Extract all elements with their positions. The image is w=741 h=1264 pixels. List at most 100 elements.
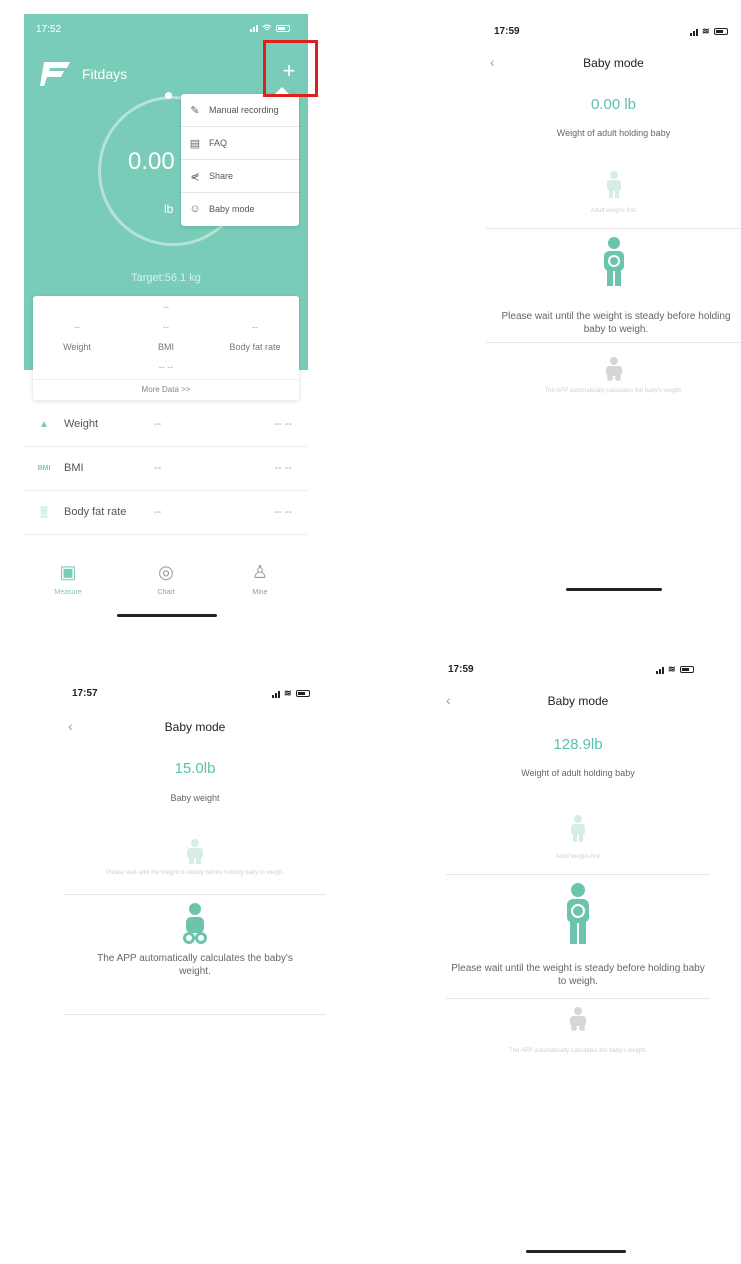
summary-card: -- -- Weight -- BMI -- Body fat rate -- … xyxy=(33,296,299,400)
ring-indicator xyxy=(165,92,172,99)
list-row-bmi[interactable]: BMI BMI -- -- -- xyxy=(24,446,308,491)
status-time: 17:52 xyxy=(36,24,62,35)
highlight-box xyxy=(263,40,318,97)
card-value: -- xyxy=(163,322,169,332)
step-hold-baby: Please wait until the weight is steady b… xyxy=(501,311,731,335)
menu-item-faq[interactable]: ▤ FAQ xyxy=(181,127,299,160)
step-app-calculates: The APP automatically calculates the bab… xyxy=(544,388,683,394)
status-time: 17:59 xyxy=(494,26,520,37)
battery-icon xyxy=(295,690,310,697)
home-indicator xyxy=(566,588,662,591)
status-time: 17:57 xyxy=(72,688,98,699)
list-row-body-fat[interactable]: ▒ Body fat rate -- -- -- xyxy=(24,490,308,535)
weight-value: 15.0lb xyxy=(174,760,216,777)
wifi-icon: ≋ xyxy=(284,688,292,698)
weight-unit: lb xyxy=(164,202,174,216)
page-title: Baby mode xyxy=(583,56,644,70)
scale-icon: ▣ xyxy=(59,562,77,582)
home-indicator xyxy=(117,614,217,617)
divider xyxy=(486,228,741,229)
wifi-icon: ≋ xyxy=(668,664,676,674)
battery-icon xyxy=(713,28,728,35)
battery-icon xyxy=(679,666,694,673)
baby-icon xyxy=(64,902,326,946)
divider xyxy=(64,1014,326,1015)
weight-scale-icon: ▲ xyxy=(39,418,49,430)
adult-holding-baby-icon xyxy=(64,838,326,864)
card-mid-dash: -- -- xyxy=(158,362,174,372)
adult-icon xyxy=(486,170,741,198)
adult-holding-baby-icon xyxy=(486,236,741,286)
step-app-calculates: The APP automatically calculates the bab… xyxy=(508,1048,648,1054)
signal-icon xyxy=(690,28,698,36)
add-dropdown-menu: ✎ Manual recording ▤ FAQ ⋞ Share ☺ Baby … xyxy=(181,87,299,226)
step-app-calculates: The APP automatically calculates the bab… xyxy=(97,953,293,977)
wifi-icon: ≋ xyxy=(702,26,710,36)
card-value: -- xyxy=(74,322,80,332)
signal-icon xyxy=(250,24,258,32)
divider xyxy=(446,874,710,875)
more-data-link[interactable]: More Data >> xyxy=(33,379,299,400)
baby-icon xyxy=(486,356,741,382)
status-icons: ≋ xyxy=(656,664,694,675)
baby-mode-screen-adult-weight: 17:59 ≋ ‹ Baby mode 128.9lb Weight of ad… xyxy=(446,656,714,1260)
book-icon: ▤ xyxy=(189,137,201,150)
status-icons: ≋ xyxy=(272,688,310,699)
row-right-value: -- -- xyxy=(274,506,292,518)
home-indicator xyxy=(526,1250,626,1253)
app-name: Fitdays xyxy=(82,66,128,82)
menu-item-label: FAQ xyxy=(209,138,228,148)
baby-mode-screen-start: 17:59 ≋ ‹ Baby mode 0.00 lb Weight of ad… xyxy=(486,14,741,614)
fitdays-logo-icon xyxy=(40,62,70,86)
fitdays-home-screen: 17:52 Fitdays + 0.00 lb Target:56.1 kg ✎… xyxy=(24,14,308,626)
menu-item-share[interactable]: ⋞ Share xyxy=(181,160,299,193)
adult-holding-baby-icon xyxy=(446,882,710,944)
weight-value: 128.9lb xyxy=(553,736,603,753)
step-hold-baby: Please wait until the weight is steady b… xyxy=(451,963,705,987)
adult-icon xyxy=(446,814,710,842)
target-weight: Target:56.1 kg xyxy=(131,272,201,284)
tab-chart[interactable]: ◎ Chart xyxy=(126,562,206,596)
weight-value: 0.00 lb xyxy=(590,96,637,113)
card-top-dash: -- xyxy=(163,302,169,312)
baby-icon: ☺ xyxy=(189,203,201,215)
baby-mode-screen-result: 17:57 ≋ ‹ Baby mode 15.0lb Baby weight P… xyxy=(64,680,326,1260)
tab-measure[interactable]: ▣ Measure xyxy=(28,562,108,596)
menu-item-baby-mode[interactable]: ☺ Baby mode xyxy=(181,193,299,225)
chart-icon: ◎ xyxy=(158,562,174,582)
edit-icon: ✎ xyxy=(190,104,200,117)
card-label: Body fat rate xyxy=(229,342,281,352)
share-icon: ⋞ xyxy=(190,170,200,183)
body-fat-icon: ▒ xyxy=(40,506,48,518)
tab-label: Measure xyxy=(54,589,82,596)
page-title: Baby mode xyxy=(547,694,609,708)
card-label: BMI xyxy=(157,342,174,352)
row-value: -- xyxy=(154,462,162,474)
menu-item-manual-recording[interactable]: ✎ Manual recording xyxy=(181,94,299,127)
card-col-body-fat: -- Body fat rate xyxy=(211,322,299,352)
tab-label: Chart xyxy=(157,589,175,596)
baby-icon xyxy=(446,1006,710,1032)
card-col-bmi: -- BMI xyxy=(122,322,210,352)
weight-subtitle: Baby weight xyxy=(170,793,220,803)
tab-label: Mine xyxy=(252,589,268,596)
card-label: Weight xyxy=(63,342,91,352)
step-hold-baby: Please wait until the weight is steady b… xyxy=(106,870,284,876)
weight-subtitle: Weight of adult holding baby xyxy=(556,128,671,138)
row-value: -- xyxy=(154,506,162,518)
wifi-icon xyxy=(262,24,272,31)
list-row-weight[interactable]: ▲ Weight -- -- -- xyxy=(24,402,308,447)
row-right-value: -- -- xyxy=(274,462,292,474)
page-title: Baby mode xyxy=(164,720,226,734)
menu-item-label: Baby mode xyxy=(209,204,255,214)
status-time: 17:59 xyxy=(448,664,474,675)
weight-value: 0.00 xyxy=(128,148,175,175)
step-adult-weighs: Adult weighs first xyxy=(590,208,637,214)
divider xyxy=(486,342,741,343)
tab-mine[interactable]: ♙ Mine xyxy=(220,562,300,596)
row-label: Body fat rate xyxy=(64,506,127,518)
status-icons: ≋ xyxy=(690,26,728,37)
menu-item-label: Manual recording xyxy=(209,105,279,115)
step-adult-weighs: Adult weighs first xyxy=(555,854,601,860)
card-value: -- xyxy=(252,322,258,332)
